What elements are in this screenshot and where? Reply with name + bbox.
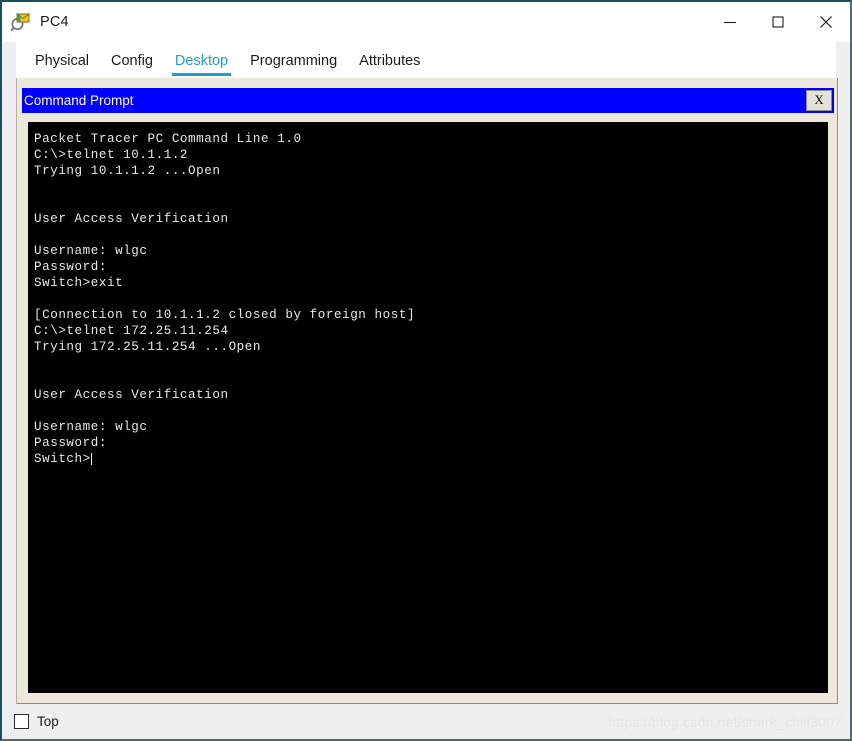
top-checkbox-label: Top: [37, 714, 59, 729]
maximize-button[interactable]: [754, 2, 802, 42]
tab-attributes[interactable]: Attributes: [348, 44, 431, 78]
pc4-device-window: PC4 Physical Config Desktop Programming …: [0, 0, 852, 741]
window-title-bar: PC4: [2, 2, 850, 42]
desktop-panel: Command Prompt X Packet Tracer PC Comman…: [16, 78, 838, 704]
top-checkbox[interactable]: [14, 714, 29, 729]
tab-physical[interactable]: Physical: [24, 44, 100, 78]
tab-desktop[interactable]: Desktop: [164, 44, 239, 78]
maximize-icon: [770, 14, 786, 30]
window-controls: [706, 2, 850, 42]
close-button[interactable]: [802, 2, 850, 42]
minimize-button[interactable]: [706, 2, 754, 42]
terminal-cursor: [91, 453, 92, 465]
terminal-output: Packet Tracer PC Command Line 1.0 C:\>te…: [34, 132, 416, 466]
terminal-area[interactable]: Packet Tracer PC Command Line 1.0 C:\>te…: [28, 122, 828, 693]
watermark-text: https://blog.csdn.net/shark_chili3007: [608, 713, 842, 730]
command-prompt-title: Command Prompt: [24, 93, 134, 108]
bottom-bar: Top https://blog.csdn.net/shark_chili300…: [2, 704, 850, 739]
device-tabs: Physical Config Desktop Programming Attr…: [16, 42, 836, 78]
tab-config[interactable]: Config: [100, 44, 164, 78]
top-checkbox-row[interactable]: Top: [14, 714, 59, 729]
command-prompt-close-button[interactable]: X: [806, 90, 832, 111]
command-prompt-window: Command Prompt X Packet Tracer PC Comman…: [22, 88, 834, 693]
page-title: PC4: [40, 14, 69, 30]
command-prompt-title-bar: Command Prompt X: [22, 88, 834, 113]
close-icon: [817, 13, 835, 31]
minimize-icon: [722, 14, 738, 30]
tab-programming[interactable]: Programming: [239, 44, 348, 78]
packet-tracer-magnifier-icon: [10, 12, 31, 32]
